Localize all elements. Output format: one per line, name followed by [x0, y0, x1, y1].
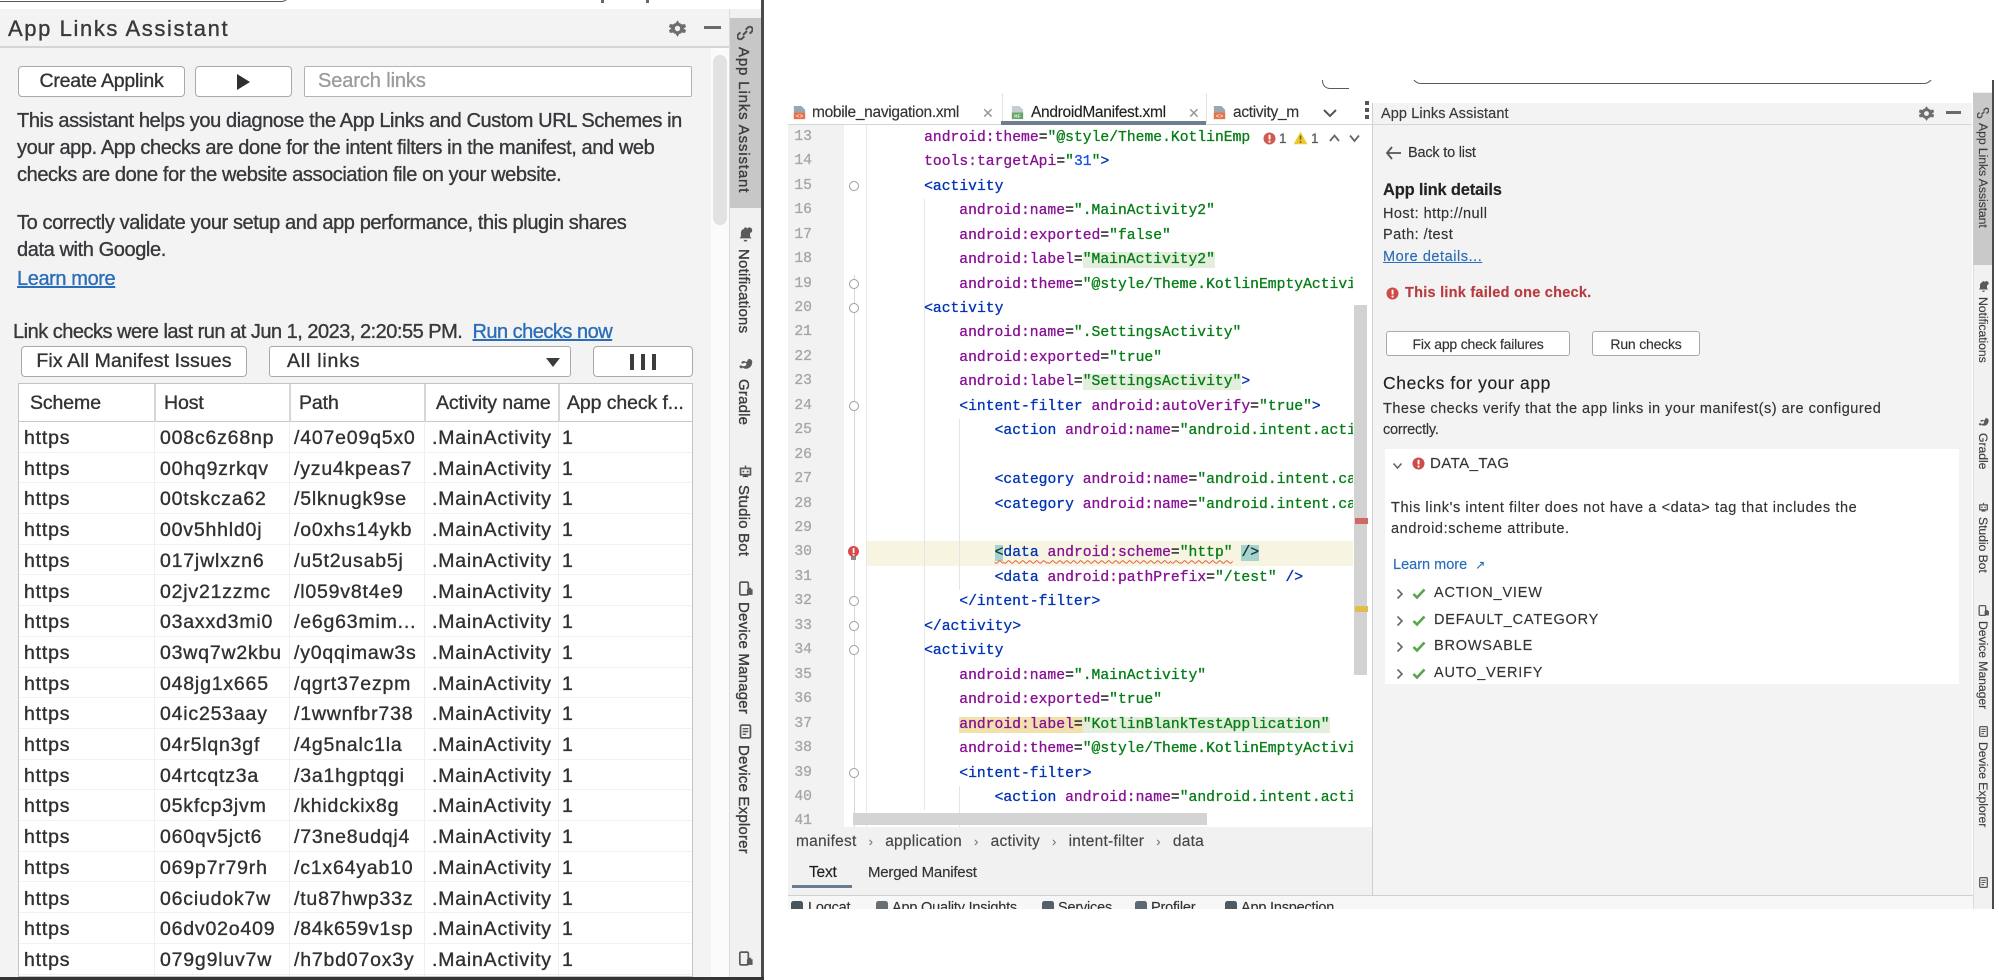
svg-text:<>: <>	[796, 113, 804, 120]
svg-text:MF: MF	[1014, 113, 1021, 120]
svg-text:<>: <>	[1216, 113, 1224, 120]
